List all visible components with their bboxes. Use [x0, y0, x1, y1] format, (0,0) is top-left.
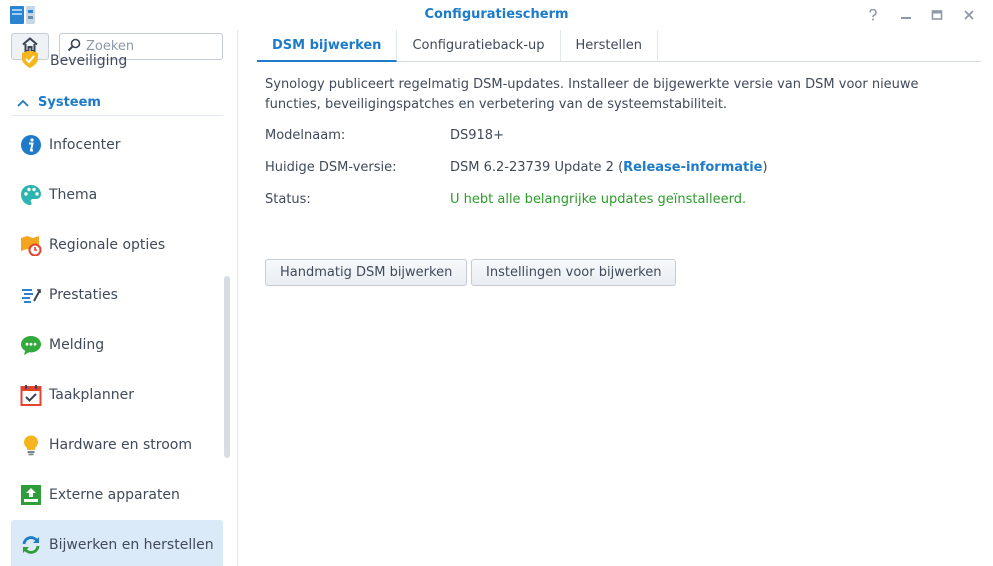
tab-herstellen[interactable]: Herstellen	[561, 30, 658, 61]
sidebar-item-label: Hardware en stroom	[49, 437, 192, 453]
calendar-check-icon	[20, 384, 42, 406]
sidebar-item-prestaties[interactable]: Prestaties	[11, 270, 223, 320]
external-device-icon	[20, 484, 42, 506]
window-title: Configuratiescherm	[424, 7, 569, 22]
lightbulb-icon	[20, 434, 42, 456]
palette-icon	[20, 184, 42, 206]
sidebar-item-label: Beveiliging	[50, 53, 128, 69]
model-value: DS918+	[450, 128, 504, 143]
sidebar-item-label: Bijwerken en herstellen	[49, 537, 214, 553]
update-description: Synology publiceert regelmatig DSM-updat…	[265, 77, 919, 112]
status-row: Status: U hebt alle belangrijke updates …	[265, 190, 965, 210]
version-close-paren: )	[762, 160, 768, 175]
close-icon[interactable]	[960, 6, 978, 24]
version-value-group: DSM 6.2-23739 Update 2 (Release-informat…	[450, 158, 768, 178]
info-icon	[20, 134, 42, 156]
sidebar-item-infocenter[interactable]: Infocenter	[11, 120, 223, 170]
status-value: U hebt alle belangrijke updates geïnstal…	[450, 192, 747, 207]
sidebar-item-hardware-en-stroom[interactable]: Hardware en stroom	[11, 420, 223, 470]
nav-list: Infocenter Thema Regionale opties Presta…	[11, 120, 223, 566]
maximize-icon[interactable]	[928, 6, 946, 24]
sidebar-scrollbar[interactable]	[224, 276, 230, 458]
sidebar-item-label: Melding	[49, 337, 105, 353]
manual-update-button[interactable]: Handmatig DSM bijwerken	[265, 259, 468, 286]
version-row: Huidige DSM-versie: DSM 6.2-23739 Update…	[265, 158, 965, 178]
chat-bubble-icon	[20, 334, 42, 356]
refresh-icon	[20, 534, 42, 556]
model-row: Modelnaam: DS918+	[265, 126, 965, 146]
sidebar-item-externe-apparaten[interactable]: Externe apparaten	[11, 470, 223, 520]
sidebar-item-regionale-opties[interactable]: Regionale opties	[11, 220, 223, 270]
release-info-link[interactable]: Release-informatie	[623, 160, 762, 175]
status-label: Status:	[265, 192, 311, 207]
sidebar-item-label: Thema	[49, 187, 98, 203]
section-label: Systeem	[38, 95, 101, 110]
region-clock-icon	[20, 234, 42, 256]
model-label: Modelnaam:	[265, 128, 346, 143]
shield-icon	[20, 51, 40, 71]
help-icon[interactable]	[864, 6, 882, 24]
title-bar: Configuratiescherm	[0, 0, 993, 30]
performance-icon	[20, 284, 42, 306]
minimize-icon[interactable]	[897, 6, 915, 24]
section-systeem[interactable]: Systeem	[11, 90, 223, 116]
tab-dsm-bijwerken[interactable]: DSM bijwerken	[257, 30, 398, 62]
sidebar-item-label: Prestaties	[49, 287, 118, 303]
version-label: Huidige DSM-versie:	[265, 160, 397, 175]
main-panel: DSM bijwerken Configuratieback-up Herste…	[239, 30, 993, 566]
sidebar-item-label: Externe apparaten	[49, 487, 180, 503]
sidebar-item-label: Infocenter	[49, 137, 121, 153]
tab-configuratieback-up[interactable]: Configuratieback-up	[397, 30, 561, 61]
update-settings-button[interactable]: Instellingen voor bijwerken	[471, 259, 677, 286]
sidebar-item-taakplanner[interactable]: Taakplanner	[11, 370, 223, 420]
chevron-up-icon	[17, 99, 29, 107]
sidebar-item-thema[interactable]: Thema	[11, 170, 223, 220]
tab-bar: DSM bijwerken Configuratieback-up Herste…	[257, 30, 981, 62]
sidebar-item-beveiliging[interactable]: Beveiliging	[20, 51, 220, 71]
sidebar-item-bijwerken-en-herstellen[interactable]: Bijwerken en herstellen	[11, 520, 223, 566]
sidebar: Beveiliging Systeem Infocenter Thema Reg…	[0, 30, 238, 566]
version-value: DSM 6.2-23739 Update 2 (	[450, 160, 624, 175]
sidebar-item-melding[interactable]: Melding	[11, 320, 223, 370]
sidebar-item-label: Regionale opties	[49, 237, 166, 253]
sidebar-item-label: Taakplanner	[49, 387, 134, 403]
